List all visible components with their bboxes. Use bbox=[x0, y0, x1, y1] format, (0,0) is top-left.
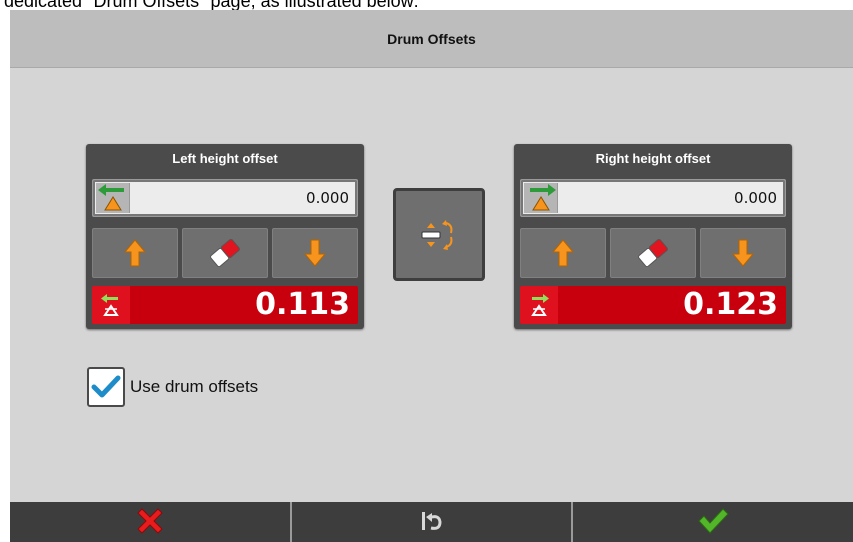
right-decrease-button[interactable] bbox=[700, 228, 786, 278]
caption-text: dedicated "Drum Offsets" page, as illust… bbox=[4, 0, 419, 10]
cancel-button[interactable] bbox=[10, 502, 292, 542]
arrow-down-icon bbox=[732, 239, 754, 267]
right-readout: 0.123 bbox=[520, 286, 786, 324]
right-setpoint-field[interactable]: 0.000 bbox=[520, 179, 786, 217]
right-setpoint-value: 0.000 bbox=[734, 189, 777, 207]
right-button-row bbox=[520, 228, 786, 278]
right-increase-button[interactable] bbox=[520, 228, 606, 278]
checkmark-icon bbox=[91, 375, 121, 398]
use-drum-offsets-label: Use drum offsets bbox=[130, 377, 259, 396]
left-readout-value: 0.113 bbox=[255, 287, 350, 322]
left-setpoint-field[interactable]: 0.000 bbox=[92, 179, 358, 217]
arrow-down-icon bbox=[304, 239, 326, 267]
left-height-offset-panel: Left height offset 0.000 0.113 bbox=[86, 144, 364, 329]
eraser-icon bbox=[210, 238, 240, 268]
left-increase-button[interactable] bbox=[92, 228, 178, 278]
right-panel-title: Right height offset bbox=[595, 150, 711, 166]
left-setpoint-value: 0.000 bbox=[306, 189, 349, 207]
left-readout-icon bbox=[92, 286, 130, 324]
arrow-up-icon bbox=[552, 239, 574, 267]
use-drum-offsets-option: Use drum offsets bbox=[87, 367, 258, 407]
undo-button[interactable] bbox=[292, 502, 574, 542]
right-height-offset-panel: Right height offset 0.000 0.123 bbox=[514, 144, 792, 329]
use-drum-offsets-checkbox[interactable] bbox=[87, 367, 125, 407]
left-button-row bbox=[92, 228, 358, 278]
left-panel-title: Left height offset bbox=[172, 150, 278, 166]
right-offset-icon bbox=[524, 183, 558, 213]
page-title: Drum Offsets bbox=[387, 30, 476, 47]
left-offset-icon bbox=[96, 183, 130, 213]
checkmark-icon bbox=[698, 508, 729, 534]
title-bar: Drum Offsets bbox=[10, 10, 853, 68]
cancel-x-icon bbox=[137, 508, 163, 534]
footer-bar bbox=[10, 502, 853, 542]
left-clear-button[interactable] bbox=[182, 228, 268, 278]
confirm-button[interactable] bbox=[573, 502, 853, 542]
right-readout-icon bbox=[520, 286, 558, 324]
swap-offsets-button[interactable] bbox=[393, 188, 485, 281]
left-decrease-button[interactable] bbox=[272, 228, 358, 278]
eraser-icon bbox=[638, 238, 668, 268]
arrow-up-icon bbox=[124, 239, 146, 267]
right-clear-button[interactable] bbox=[610, 228, 696, 278]
undo-icon bbox=[421, 512, 442, 530]
drum-offsets-screen: Drum Offsets Left height offset 0.000 0.… bbox=[10, 10, 853, 542]
swap-offsets-icon bbox=[421, 219, 453, 250]
left-readout: 0.113 bbox=[92, 286, 358, 324]
document-caption: dedicated "Drum Offsets" page, as illust… bbox=[0, 0, 853, 10]
right-readout-value: 0.123 bbox=[683, 287, 778, 322]
